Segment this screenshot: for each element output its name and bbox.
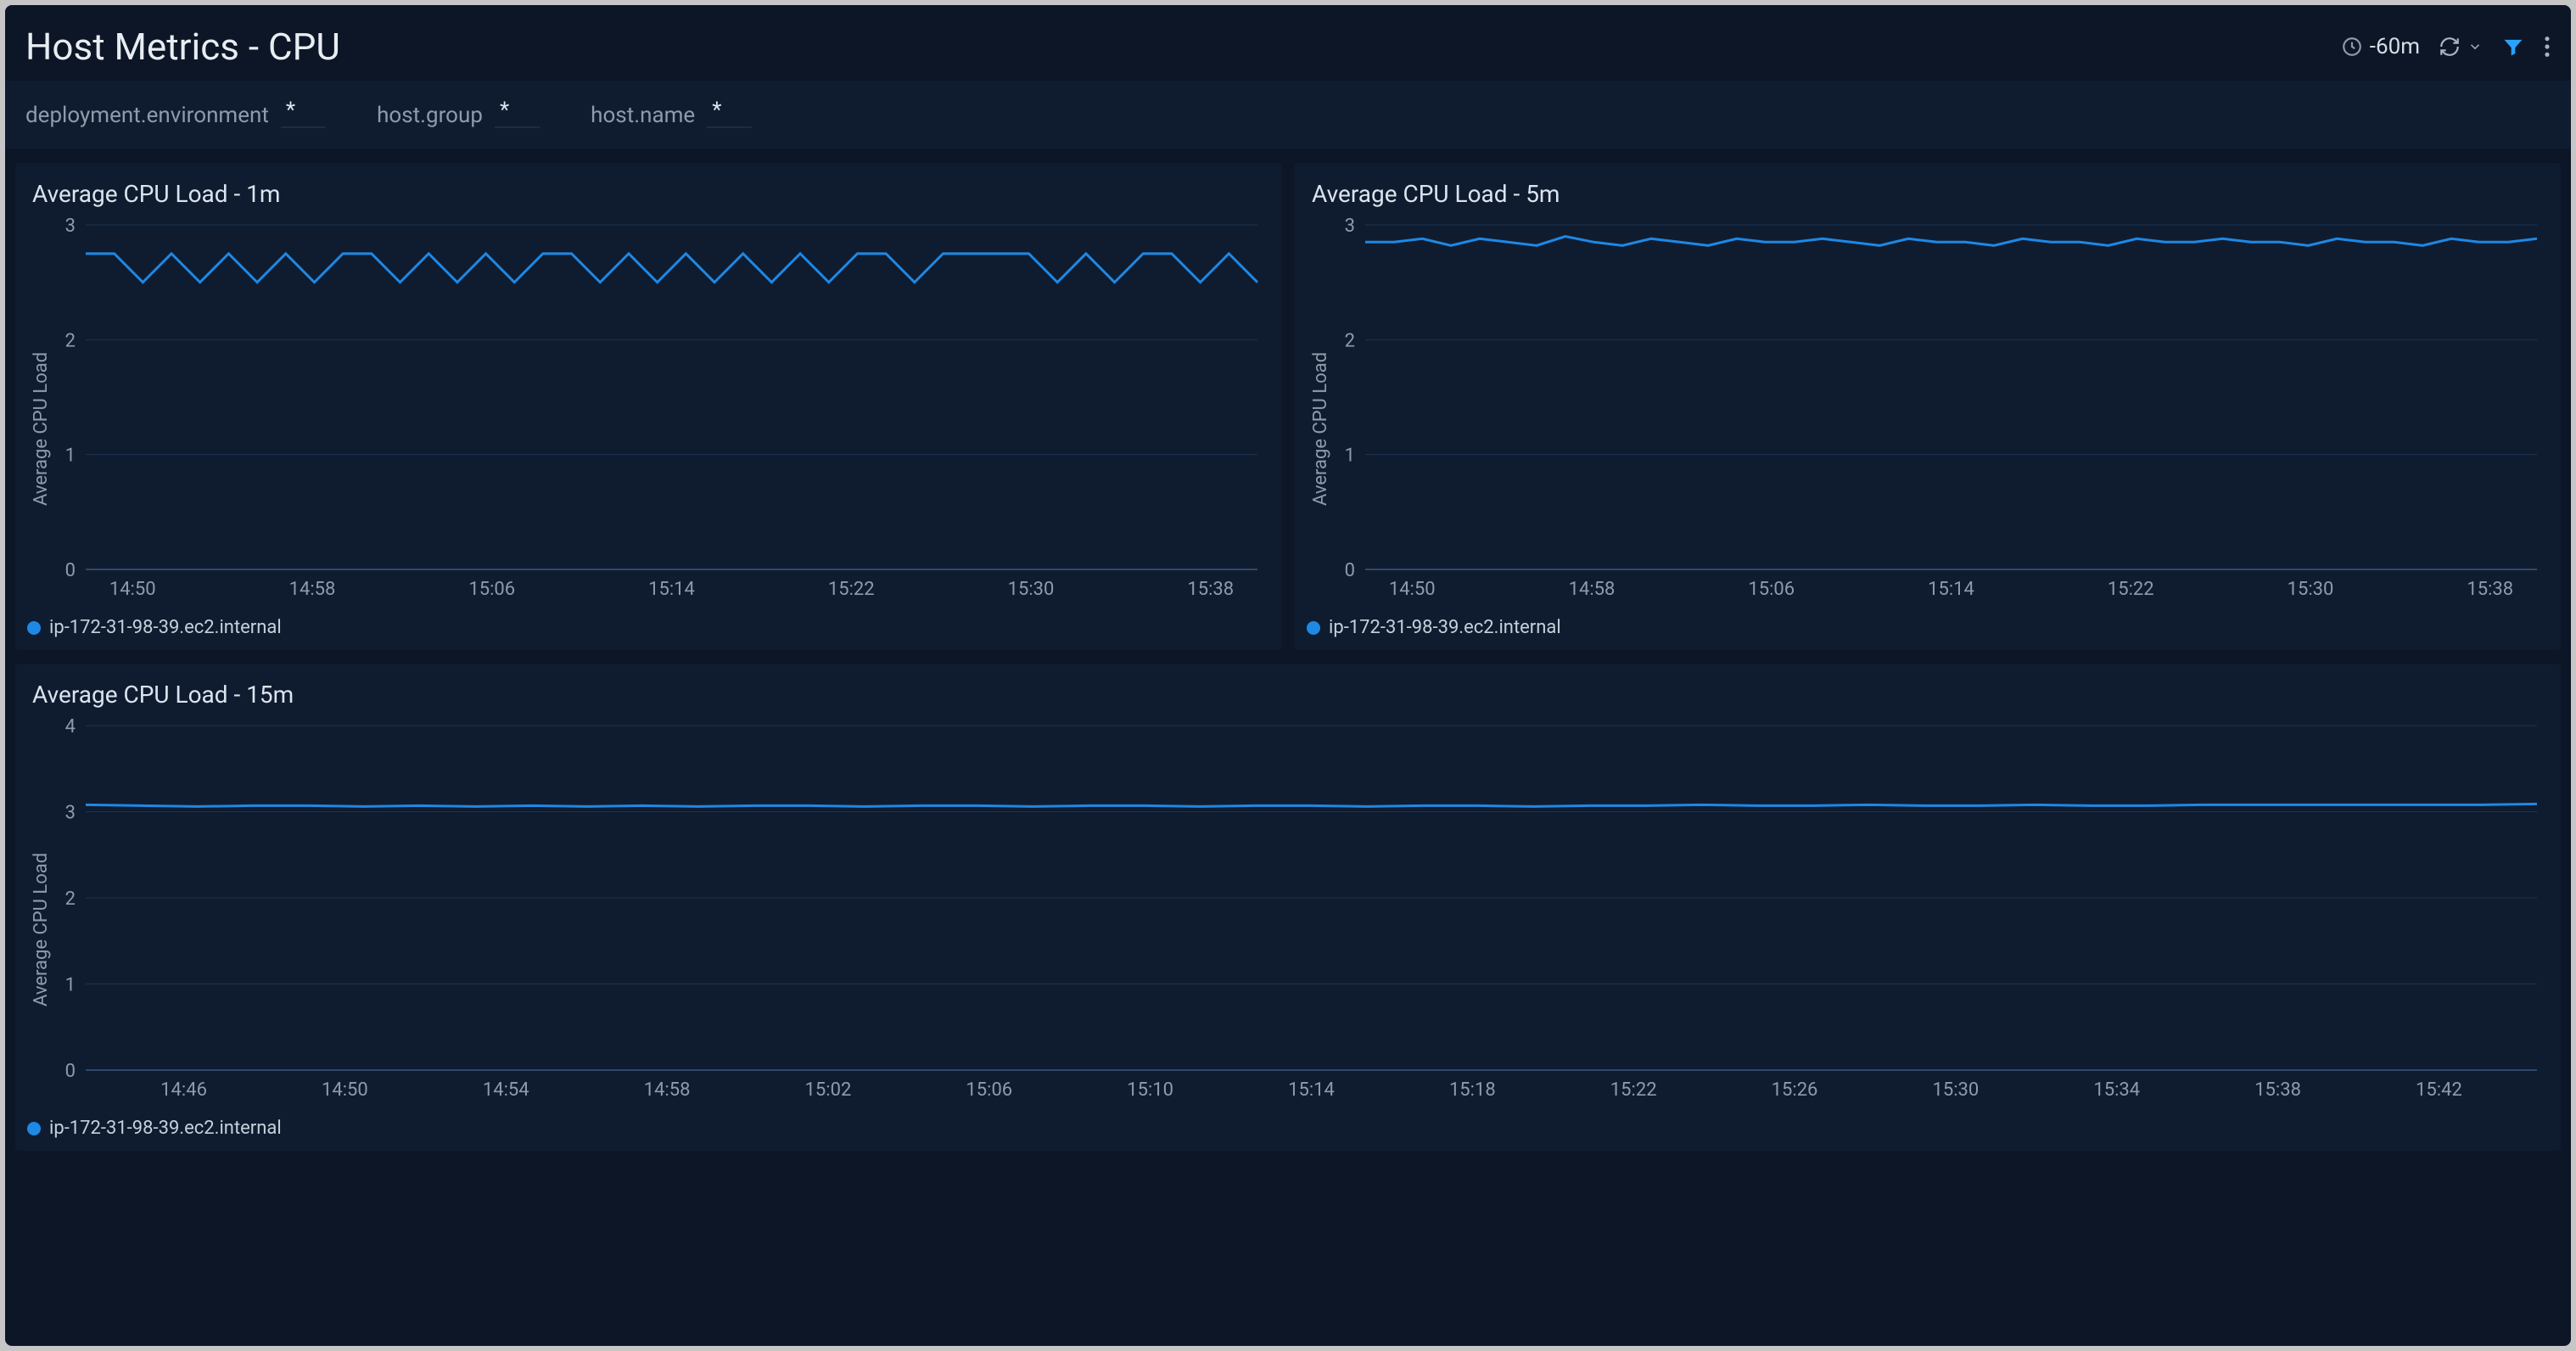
svg-text:15:02: 15:02 <box>805 1079 852 1101</box>
svg-text:15:22: 15:22 <box>1610 1079 1657 1101</box>
legend-label: ip-172-31-98-39.ec2.internal <box>1329 617 1561 638</box>
svg-text:15:42: 15:42 <box>2416 1079 2462 1101</box>
filter-host-name[interactable]: host.name * <box>591 96 752 132</box>
svg-text:3: 3 <box>65 216 76 237</box>
svg-text:2: 2 <box>65 330 76 351</box>
y-axis-label: Average CPU Load <box>27 216 52 607</box>
y-axis-label: Average CPU Load <box>1307 216 1331 607</box>
svg-text:0: 0 <box>1345 560 1355 581</box>
refresh-button[interactable] <box>2439 36 2483 58</box>
page-title: Host Metrics - CPU <box>25 25 340 69</box>
more-vertical-icon <box>2544 35 2551 59</box>
legend[interactable]: ip-172-31-98-39.ec2.internal <box>27 617 1266 638</box>
svg-text:15:06: 15:06 <box>1748 579 1795 600</box>
filter-host-group[interactable]: host.group * <box>377 96 540 132</box>
chart-wrap: Average CPU Load 0 1 2 3 14:50 14:58 15:06 15:1… <box>27 216 1266 607</box>
filter-label: host.group <box>377 103 483 128</box>
svg-text:14:58: 14:58 <box>289 579 336 600</box>
svg-text:14:50: 14:50 <box>322 1079 368 1101</box>
svg-text:14:46: 14:46 <box>160 1079 207 1101</box>
header-actions: -60m <box>2341 34 2551 59</box>
chart-cpu-1m[interactable]: 0 1 2 3 14:50 14:58 15:06 15:14 15:22 15:30 15:38 <box>52 216 1266 607</box>
dashboard-app: Host Metrics - CPU -60m deployment.envir… <box>0 0 2576 1351</box>
filter-value: * <box>707 96 752 128</box>
svg-text:15:26: 15:26 <box>1772 1079 1818 1101</box>
panel-title: Average CPU Load - 5m <box>1312 180 2545 208</box>
svg-text:4: 4 <box>65 716 76 737</box>
svg-text:0: 0 <box>65 560 76 581</box>
svg-text:15:14: 15:14 <box>648 579 695 600</box>
legend-swatch <box>27 1122 41 1135</box>
legend[interactable]: ip-172-31-98-39.ec2.internal <box>1307 617 2545 638</box>
legend-label: ip-172-31-98-39.ec2.internal <box>49 617 282 638</box>
svg-text:1: 1 <box>65 975 76 996</box>
legend-swatch <box>27 621 41 635</box>
filter-icon <box>2501 35 2525 59</box>
filter-value: * <box>281 96 326 128</box>
svg-text:1: 1 <box>1345 446 1355 467</box>
svg-text:15:14: 15:14 <box>1288 1079 1335 1101</box>
filter-label: host.name <box>591 103 695 128</box>
panel-cpu-15m: Average CPU Load - 15m Average CPU Load … <box>15 664 2561 1151</box>
svg-text:2: 2 <box>65 889 76 910</box>
chart-svg: 0 1 2 3 4 14:46 14:50 14:54 14:58 15:02 15:06 15:10… <box>52 717 2545 1107</box>
svg-text:15:06: 15:06 <box>966 1079 1012 1101</box>
svg-text:3: 3 <box>65 803 76 824</box>
time-range-label: -60m <box>2370 34 2420 59</box>
svg-text:15:30: 15:30 <box>1932 1079 1979 1101</box>
filter-button[interactable] <box>2501 35 2525 59</box>
time-range-picker[interactable]: -60m <box>2341 34 2420 59</box>
svg-text:14:54: 14:54 <box>483 1079 529 1101</box>
panel-grid: Average CPU Load - 1m Average CPU Load 0… <box>5 149 2571 1161</box>
legend[interactable]: ip-172-31-98-39.ec2.internal <box>27 1118 2545 1139</box>
chart-wrap: Average CPU Load 0 1 2 3 14:50 14:58 15:06 15:1… <box>1307 216 2545 607</box>
panel-title: Average CPU Load - 15m <box>32 681 2545 709</box>
svg-text:3: 3 <box>1345 216 1355 237</box>
legend-swatch <box>1307 621 1320 635</box>
refresh-icon <box>2439 36 2461 58</box>
svg-text:15:30: 15:30 <box>1008 579 1055 600</box>
svg-text:15:38: 15:38 <box>1187 579 1234 600</box>
chart-svg: 0 1 2 3 14:50 14:58 15:06 15:14 15:22 15:30 15:38 <box>1331 216 2545 607</box>
svg-text:14:58: 14:58 <box>1569 579 1616 600</box>
svg-text:15:30: 15:30 <box>2288 579 2334 600</box>
svg-text:15:38: 15:38 <box>2254 1079 2301 1101</box>
chart-cpu-5m[interactable]: 0 1 2 3 14:50 14:58 15:06 15:14 15:22 15:30 15:38 <box>1331 216 2545 607</box>
y-axis-label: Average CPU Load <box>27 717 52 1107</box>
svg-text:15:06: 15:06 <box>468 579 515 600</box>
panel-title: Average CPU Load - 1m <box>32 180 1266 208</box>
svg-text:15:10: 15:10 <box>1127 1079 1173 1101</box>
more-menu-button[interactable] <box>2544 35 2551 59</box>
svg-text:15:22: 15:22 <box>2108 579 2154 600</box>
filter-bar: deployment.environment * host.group * ho… <box>5 80 2571 149</box>
clock-icon <box>2341 36 2363 58</box>
header: Host Metrics - CPU -60m <box>5 5 2571 80</box>
panel-cpu-5m: Average CPU Load - 5m Average CPU Load 0… <box>1295 163 2561 650</box>
svg-text:14:50: 14:50 <box>109 579 156 600</box>
chevron-down-icon <box>2467 39 2483 54</box>
svg-text:2: 2 <box>1345 330 1355 351</box>
svg-text:15:14: 15:14 <box>1928 579 1974 600</box>
filter-deployment-environment[interactable]: deployment.environment * <box>25 96 326 132</box>
chart-svg: 0 1 2 3 14:50 14:58 15:06 15:14 15:22 15:30 15:38 <box>52 216 1266 607</box>
chart-cpu-15m[interactable]: 0 1 2 3 4 14:46 14:50 14:54 14:58 15:02 15:06 15:10… <box>52 717 2545 1107</box>
filter-value: * <box>495 96 540 128</box>
filter-label: deployment.environment <box>25 103 269 128</box>
svg-text:14:58: 14:58 <box>644 1079 691 1101</box>
svg-text:15:18: 15:18 <box>1449 1079 1496 1101</box>
panel-cpu-1m: Average CPU Load - 1m Average CPU Load 0… <box>15 163 1281 650</box>
svg-text:15:38: 15:38 <box>2467 579 2513 600</box>
svg-text:1: 1 <box>65 446 76 467</box>
svg-text:15:34: 15:34 <box>2093 1079 2140 1101</box>
chart-wrap: Average CPU Load 0 1 2 3 4 14:46 14:50 14:54 14:… <box>27 717 2545 1107</box>
legend-label: ip-172-31-98-39.ec2.internal <box>49 1118 282 1139</box>
svg-text:15:22: 15:22 <box>828 579 875 600</box>
svg-text:14:50: 14:50 <box>1389 579 1436 600</box>
svg-text:0: 0 <box>65 1061 76 1082</box>
